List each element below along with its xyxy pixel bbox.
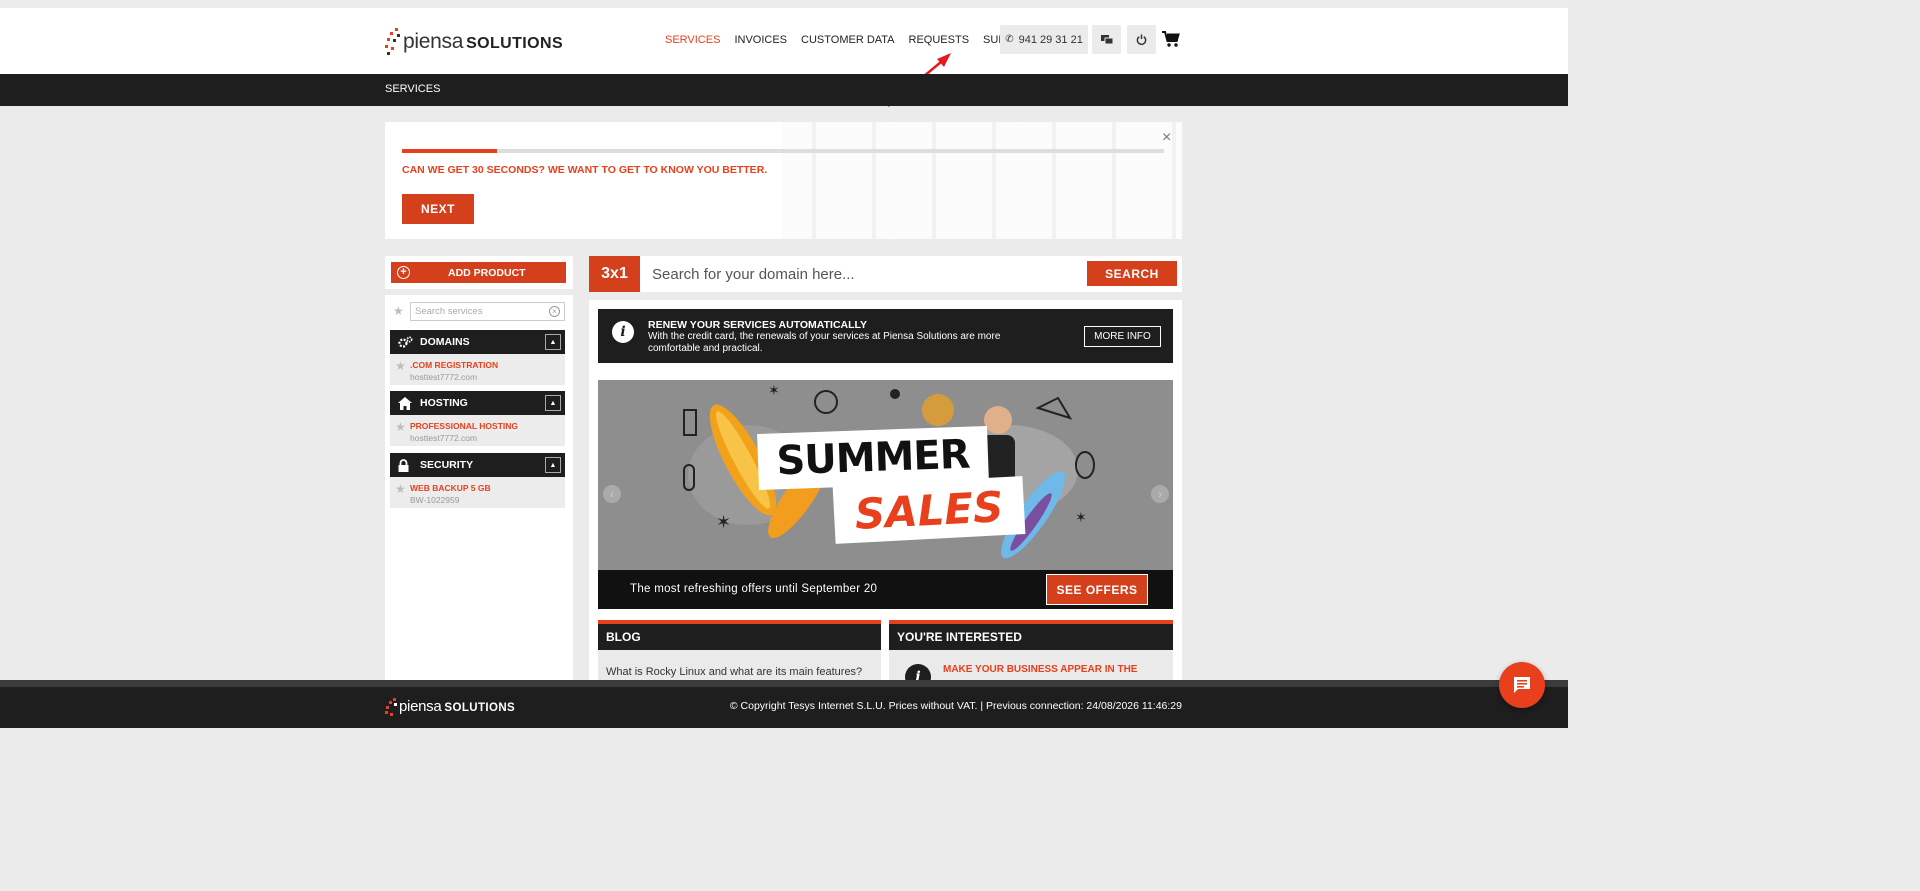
- live-chat-button[interactable]: [1499, 662, 1545, 708]
- blog-post-link[interactable]: What is Rocky Linux and what are its mai…: [606, 666, 862, 678]
- phone-button[interactable]: ✆ 941 29 31 21: [1000, 25, 1088, 54]
- info-icon: i: [612, 321, 634, 343]
- service-id: BW-1022959: [410, 495, 460, 505]
- service-name[interactable]: .COM REGISTRATION: [410, 360, 498, 370]
- blog-panel-title: BLOG: [598, 620, 881, 650]
- interest-link[interactable]: MAKE YOUR BUSINESS APPEAR IN THE: [943, 664, 1137, 675]
- cart-icon[interactable]: [1161, 30, 1181, 48]
- service-name[interactable]: PROFESSIONAL HOSTING: [410, 421, 518, 431]
- carousel-next-icon[interactable]: ›: [1151, 485, 1169, 503]
- category-title: DOMAINS: [420, 336, 470, 348]
- banner-caption-bar: The most refreshing offers until Septemb…: [598, 570, 1173, 609]
- logo-dots-icon: [385, 27, 401, 55]
- nav-services[interactable]: SERVICES: [665, 34, 720, 46]
- survey-question: CAN WE GET 30 SECONDS? WE WANT TO GET TO…: [402, 164, 768, 176]
- interest-panel-title: YOU'RE INTERESTED: [889, 620, 1173, 650]
- add-product-button[interactable]: + ADD PRODUCT: [391, 262, 566, 283]
- service-name[interactable]: WEB BACKUP 5 GB: [410, 483, 491, 493]
- collapse-icon[interactable]: ▲: [545, 395, 561, 411]
- search-button[interactable]: SEARCH: [1087, 261, 1177, 286]
- survey-background-image: [782, 122, 1182, 239]
- next-button[interactable]: NEXT: [402, 194, 474, 224]
- divider: [385, 289, 573, 295]
- auto-renew-notice: i RENEW YOUR SERVICES AUTOMATICALLY With…: [598, 309, 1173, 363]
- chat-bubbles-icon: [1100, 34, 1113, 44]
- domain-search-input[interactable]: Search for your domain here...: [652, 263, 1072, 285]
- chat-button[interactable]: [1092, 25, 1121, 54]
- svg-text:✶: ✶: [716, 512, 731, 532]
- logo[interactable]: piensa SOLUTIONS: [385, 26, 563, 56]
- service-domain: hosttest7772.com: [410, 433, 478, 443]
- breadcrumb-bar: [0, 74, 1568, 106]
- notice-text: With the credit card, the renewals of yo…: [648, 331, 1001, 354]
- nav-requests[interactable]: REQUESTS: [909, 34, 970, 46]
- survey-progress-bar: [402, 149, 1164, 153]
- survey-progress-fill: [402, 149, 498, 153]
- services-sidebar: + ADD PRODUCT ★ Search services × DOMAIN…: [385, 256, 573, 680]
- phone-icon: ✆: [1005, 34, 1014, 45]
- banner-caption: The most refreshing offers until Septemb…: [630, 583, 878, 595]
- service-item[interactable]: ★ .COM REGISTRATION hosttest7772.com: [390, 354, 565, 385]
- main-content: 3x1 Search for your domain here... SEARC…: [589, 256, 1182, 690]
- promo-banner[interactable]: ✶ ✶ ✶ SUMMER SALES ‹ › The most refreshi…: [598, 380, 1173, 609]
- favorite-star-icon[interactable]: ★: [393, 305, 404, 317]
- lock-icon: [398, 458, 414, 472]
- nav-invoices[interactable]: INVOICES: [734, 34, 787, 46]
- carousel-prev-icon[interactable]: ‹: [603, 485, 621, 503]
- svg-text:✶: ✶: [768, 382, 780, 398]
- home-icon: [398, 396, 414, 410]
- blog-panel: What is Rocky Linux and what are its mai…: [598, 650, 881, 680]
- favorite-star-icon[interactable]: ★: [395, 360, 406, 372]
- service-domain: hosttest7772.com: [410, 372, 478, 382]
- banner-word-sales: SALES: [832, 476, 1026, 544]
- power-icon: [1136, 34, 1147, 45]
- dashboard-body: i RENEW YOUR SERVICES AUTOMATICALLY With…: [589, 300, 1182, 690]
- favorite-star-icon[interactable]: ★: [395, 483, 406, 495]
- favorite-star-icon[interactable]: ★: [395, 421, 406, 433]
- footer-top-strip: [0, 680, 1568, 687]
- svg-text:✶: ✶: [1075, 509, 1087, 525]
- search-services-placeholder: Search services: [415, 306, 483, 317]
- logout-button[interactable]: [1127, 25, 1156, 54]
- service-item[interactable]: ★ WEB BACKUP 5 GB BW-1022959: [390, 477, 565, 508]
- category-domains[interactable]: DOMAINS ▲: [390, 330, 565, 354]
- phone-number: 941 29 31 21: [1018, 33, 1083, 46]
- see-offers-button[interactable]: SEE OFFERS: [1046, 574, 1148, 605]
- copyright-text: © Copyright Tesys Internet S.L.U. Prices…: [729, 700, 1182, 712]
- survey-panel: CAN WE GET 30 SECONDS? WE WANT TO GET TO…: [385, 122, 1182, 239]
- plus-circle-icon: +: [397, 266, 410, 279]
- top-strip: [0, 0, 1568, 8]
- domain-search-bar: 3x1 Search for your domain here... SEARC…: [589, 256, 1182, 292]
- notice-title: RENEW YOUR SERVICES AUTOMATICALLY: [648, 319, 867, 331]
- breadcrumb: SERVICES: [385, 83, 441, 95]
- collapse-icon[interactable]: ▲: [545, 334, 561, 350]
- clear-search-icon[interactable]: ×: [549, 306, 560, 317]
- nav-customer-data[interactable]: CUSTOMER DATA: [801, 34, 895, 46]
- gears-icon: [398, 335, 414, 349]
- category-title: HOSTING: [420, 397, 468, 409]
- footer-logo-text: piensa SOLUTIONS: [399, 698, 516, 716]
- add-product-label: ADD PRODUCT: [448, 266, 526, 279]
- collapse-icon[interactable]: ▲: [545, 457, 561, 473]
- main-nav: SERVICES INVOICES CUSTOMER DATA REQUESTS…: [665, 34, 1036, 46]
- logo-text: piensa SOLUTIONS: [403, 29, 564, 53]
- interest-panel: i MAKE YOUR BUSINESS APPEAR IN THE: [889, 650, 1173, 690]
- promo-tag: 3x1: [589, 256, 640, 292]
- service-item[interactable]: ★ PROFESSIONAL HOSTING hosttest7772.com: [390, 415, 565, 446]
- search-services-input[interactable]: Search services ×: [410, 302, 565, 321]
- category-security[interactable]: SECURITY ▲: [390, 453, 565, 477]
- close-icon[interactable]: ×: [1162, 130, 1171, 146]
- chat-icon: [1514, 677, 1530, 693]
- footer-logo[interactable]: piensa SOLUTIONS: [385, 697, 515, 717]
- category-title: SECURITY: [420, 459, 474, 471]
- logo-dots-icon: [385, 697, 397, 717]
- more-info-button[interactable]: MORE INFO: [1084, 326, 1161, 347]
- category-hosting[interactable]: HOSTING ▲: [390, 391, 565, 415]
